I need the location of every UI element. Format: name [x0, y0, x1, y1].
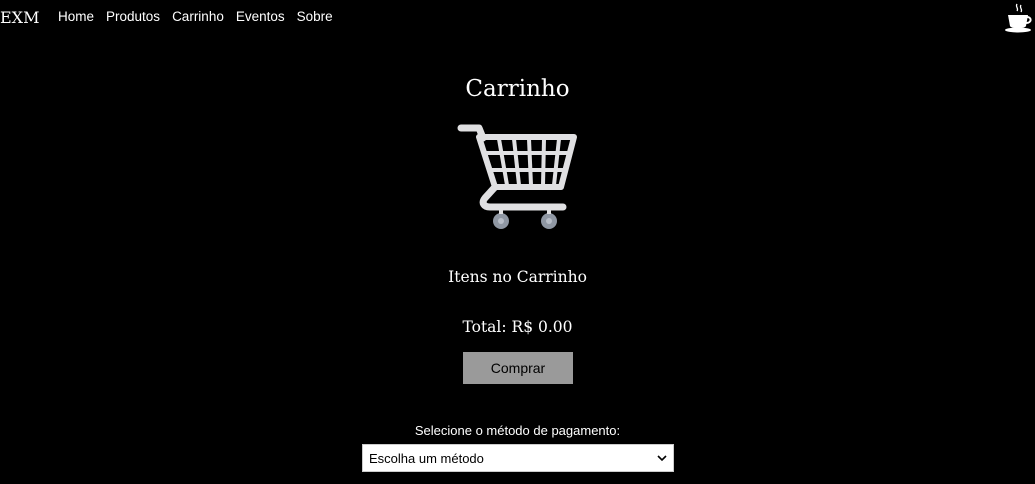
coffee-cup-icon [1005, 3, 1032, 33]
nav-links: Home Produtos Carrinho Eventos Sobre [58, 9, 345, 24]
nav-link-eventos[interactable]: Eventos [236, 9, 285, 24]
payment-method-selected: Escolha um método [369, 450, 484, 466]
nav-link-produtos[interactable]: Produtos [106, 9, 160, 24]
buy-button[interactable]: Comprar [463, 352, 573, 384]
nav-link-sobre[interactable]: Sobre [297, 9, 333, 24]
cart-total: Total: R$ 0.00 [462, 318, 573, 336]
chevron-down-icon [657, 455, 667, 462]
cart-items-heading: Itens no Carrinho [448, 268, 587, 286]
nav-link-home[interactable]: Home [58, 9, 94, 24]
nav-link-carrinho[interactable]: Carrinho [172, 9, 224, 24]
shopping-cart-icon [457, 124, 577, 229]
cart-section: Carrinho Itens no Carrinho Total: R$ 0.0… [0, 36, 1035, 484]
payment-method-label: Selecione o método de pagamento: [414, 423, 621, 438]
navbar: EXM Home Produtos Carrinho Eventos Sobre [0, 0, 1035, 36]
payment-method-select[interactable]: Escolha um método [362, 444, 674, 472]
brand-logo[interactable]: EXM [0, 8, 39, 27]
page-title: Carrinho [465, 76, 570, 102]
